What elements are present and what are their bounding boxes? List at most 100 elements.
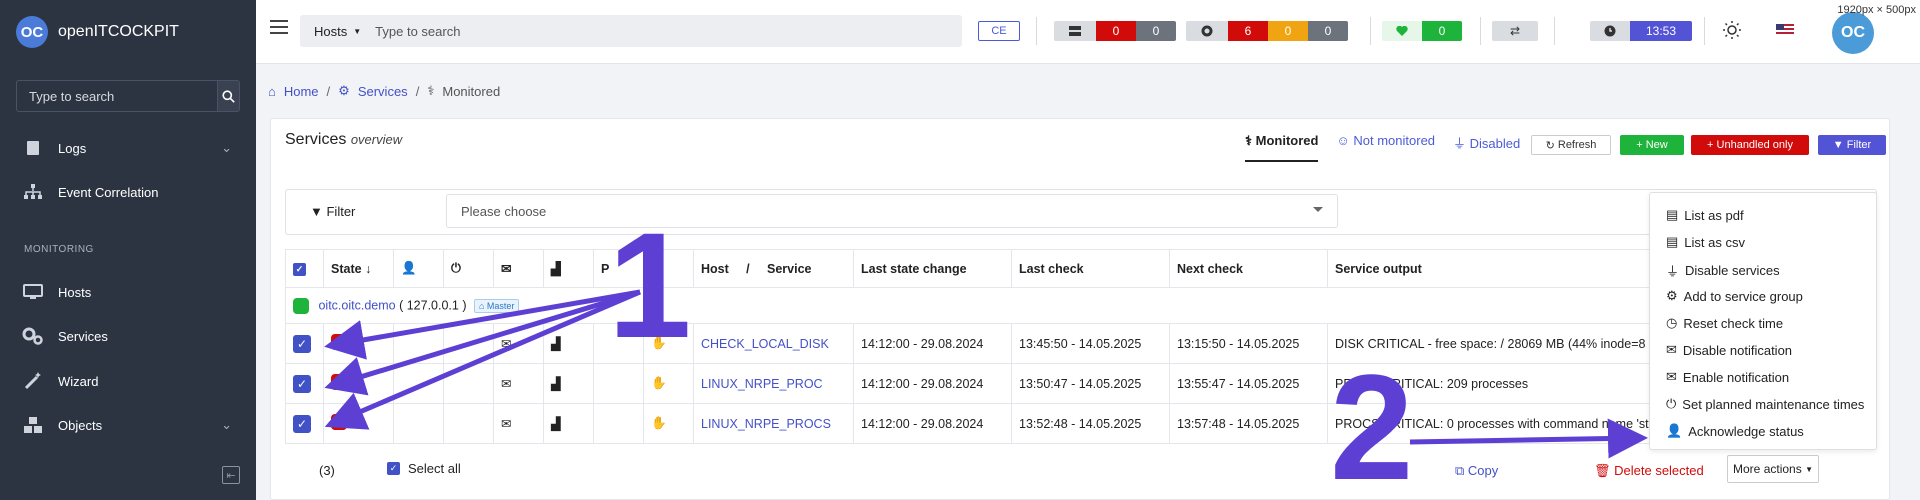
health-summary[interactable]: 0 <box>1382 21 1462 41</box>
theme-toggle-icon[interactable] <box>1722 20 1742 43</box>
chart-icon[interactable]: ▟ <box>551 377 561 391</box>
service-warning-count[interactable]: 0 <box>1268 21 1308 41</box>
tab-not-monitored[interactable]: ☺ Not monitored <box>1336 133 1435 162</box>
table-row[interactable]: ✓ ✉ ▟ ✋ LINUX_NRPE_PROCS 14:12:00 - 29.0… <box>285 403 1877 444</box>
service-critical-count[interactable]: 6 <box>1228 21 1268 41</box>
next-check: 13:55:47 - 14.05.2025 <box>1169 363 1328 404</box>
delete-label: Delete selected <box>1614 463 1704 478</box>
sync-icon: ⇄ <box>1492 21 1538 41</box>
breadcrumb: ⌂ Home / ⚙ Services / ⚕ Monitored <box>268 83 500 99</box>
divider <box>1554 17 1555 45</box>
cogs-icon: ⚙ <box>338 83 350 98</box>
host-down-count[interactable]: 0 <box>1096 21 1136 41</box>
chart-icon[interactable]: ▟ <box>551 417 561 431</box>
sidebar-item-event-correlation[interactable]: Event Correlation <box>0 174 256 210</box>
header-graph[interactable]: ▟ <box>543 249 594 288</box>
select-all-header[interactable]: ✓ <box>285 249 324 288</box>
sidebar-item-objects[interactable]: Objects ⌄ <box>0 407 256 443</box>
top-search-input[interactable] <box>375 23 962 39</box>
sync-button[interactable]: ⇄ <box>1492 21 1538 41</box>
power-icon: ⏻ <box>1666 396 1677 411</box>
state-critical-badge <box>331 414 347 430</box>
more-actions-button[interactable]: More actions ▼ <box>1727 455 1819 483</box>
service-link[interactable]: LINUX_NRPE_PROCS <box>701 417 831 431</box>
sidebar-search-button[interactable] <box>217 81 239 111</box>
breadcrumb-services[interactable]: Services <box>358 84 408 99</box>
host-link[interactable]: oitc.oitc.demo <box>318 298 395 312</box>
service-status-summary[interactable]: 6 0 0 <box>1186 21 1348 41</box>
copy-icon: ⧉ <box>1455 463 1468 478</box>
hamburger-menu-icon[interactable] <box>270 20 288 34</box>
table-row[interactable]: ✓ ✉ ▟ ✋ LINUX_NRPE_PROC 14:12:00 - 29.08… <box>285 363 1877 404</box>
header-next-check[interactable]: Next check <box>1169 249 1328 288</box>
menu-item-disable-services[interactable]: ⏚ Disable services <box>1666 261 1780 280</box>
host-status-summary[interactable]: 0 0 <box>1054 21 1176 41</box>
chart-icon[interactable]: ▟ <box>551 337 561 351</box>
unhandled-only-button[interactable]: + Unhandled only <box>1691 135 1809 155</box>
hand-icon: ✋ <box>651 416 667 430</box>
topbar: Hosts ▼ CE 0 0 6 0 0 0 ⇄ 13:53 <box>256 0 1920 64</box>
menu-item-disable-notification[interactable]: ✉ Disable notification <box>1666 342 1792 358</box>
breadcrumb-home[interactable]: Home <box>284 84 319 99</box>
table-row[interactable]: ✓ ✉ ▟ ✋ CHECK_LOCAL_DISK 14:12:00 - 29.0… <box>285 323 1877 364</box>
sidebar-item-wizard[interactable]: Wizard <box>0 363 256 399</box>
csv-file-icon: ▤ <box>1666 234 1679 249</box>
header-state[interactable]: State ↓ <box>323 249 394 288</box>
new-button[interactable]: + New <box>1620 135 1684 155</box>
sidebar-search-input[interactable] <box>17 81 217 111</box>
service-unknown-count[interactable]: 0 <box>1308 21 1348 41</box>
sidebar-collapse-icon[interactable]: ⇤ <box>222 466 240 484</box>
refresh-button[interactable]: ↻ Refresh <box>1531 135 1611 155</box>
checkbox[interactable]: ✓ <box>387 462 400 475</box>
menu-item-label: List as csv <box>1684 234 1745 250</box>
tab-monitored[interactable]: ⚕ Monitored <box>1245 133 1319 162</box>
sidebar-item-hosts[interactable]: Hosts <box>0 274 256 310</box>
divider <box>1704 17 1705 45</box>
header-notify[interactable]: ✉ <box>493 249 544 288</box>
tab-label: Not monitored <box>1353 133 1436 148</box>
host-unreachable-count[interactable]: 0 <box>1136 21 1176 41</box>
chevron-down-icon: ⌄ <box>221 140 232 155</box>
delete-selected-button[interactable]: 🗑 Delete selected <box>1594 463 1704 479</box>
chart-icon: ▟ <box>551 262 561 276</box>
filter-select[interactable]: Please choose <box>446 194 1338 228</box>
tab-disabled[interactable]: ⏚ Disabled <box>1453 133 1520 162</box>
sidebar-item-services[interactable]: Services <box>0 318 256 354</box>
filter-button[interactable]: ▼ Filter <box>1818 135 1886 155</box>
services-card: Services overview ⚕ Monitored ☺ Not moni… <box>270 118 1890 500</box>
menu-item-reset-check-time[interactable]: ◷ Reset check time <box>1666 315 1783 331</box>
header-label: Service <box>767 261 812 276</box>
row-checkbox[interactable]: ✓ <box>293 374 311 393</box>
header-host-service[interactable]: Host / Service <box>693 249 854 288</box>
plug-icon: ⏚ <box>1453 136 1470 151</box>
menu-item-planned-maintenance[interactable]: ⏻ Set planned maintenance times <box>1666 396 1864 412</box>
user-icon: 👤 <box>401 261 417 275</box>
search-type-select[interactable]: Hosts ▼ <box>300 24 375 39</box>
menu-item-list-csv[interactable]: ▤ List as csv <box>1666 234 1745 250</box>
service-link[interactable]: CHECK_LOCAL_DISK <box>701 337 829 351</box>
menu-item-list-pdf[interactable]: ▤ List as pdf <box>1666 207 1744 223</box>
host-group-row: oitc.oitc.demo ( 127.0.0.1 ) ⌂ Master <box>285 287 1877 324</box>
user-avatar[interactable]: OC <box>1832 12 1874 54</box>
search-type-label: Hosts <box>314 23 348 39</box>
copy-button[interactable]: ⧉ Copy <box>1455 463 1498 479</box>
sidebar-item-logs[interactable]: Logs ⌄ <box>0 130 256 166</box>
menu-item-acknowledge-status[interactable]: 👤 Acknowledge status <box>1666 423 1804 439</box>
row-checkbox[interactable]: ✓ <box>293 414 311 433</box>
service-link[interactable]: LINUX_NRPE_PROC <box>701 377 823 391</box>
select-all-toggle[interactable]: ✓ Select all <box>387 461 461 476</box>
header-separator: / <box>746 261 750 276</box>
row-checkbox[interactable]: ✓ <box>293 334 311 353</box>
sidebar-item-label: Services <box>58 328 108 344</box>
header-downtime[interactable]: ⏻ <box>443 249 494 288</box>
us-flag-icon[interactable] <box>1776 24 1794 36</box>
menu-item-add-service-group[interactable]: ⚙ Add to service group <box>1666 288 1803 304</box>
header-ack[interactable]: 👤 <box>393 249 444 288</box>
menu-item-label: Disable services <box>1685 263 1780 278</box>
brand[interactable]: OC openITCOCKPIT <box>0 0 256 64</box>
tab-label: Disabled <box>1469 136 1521 151</box>
checkbox[interactable]: ✓ <box>293 263 306 276</box>
header-last-check[interactable]: Last check <box>1011 249 1170 288</box>
header-last-state-change[interactable]: Last state change <box>853 249 1012 288</box>
menu-item-enable-notification[interactable]: ✉ Enable notification <box>1666 369 1789 385</box>
